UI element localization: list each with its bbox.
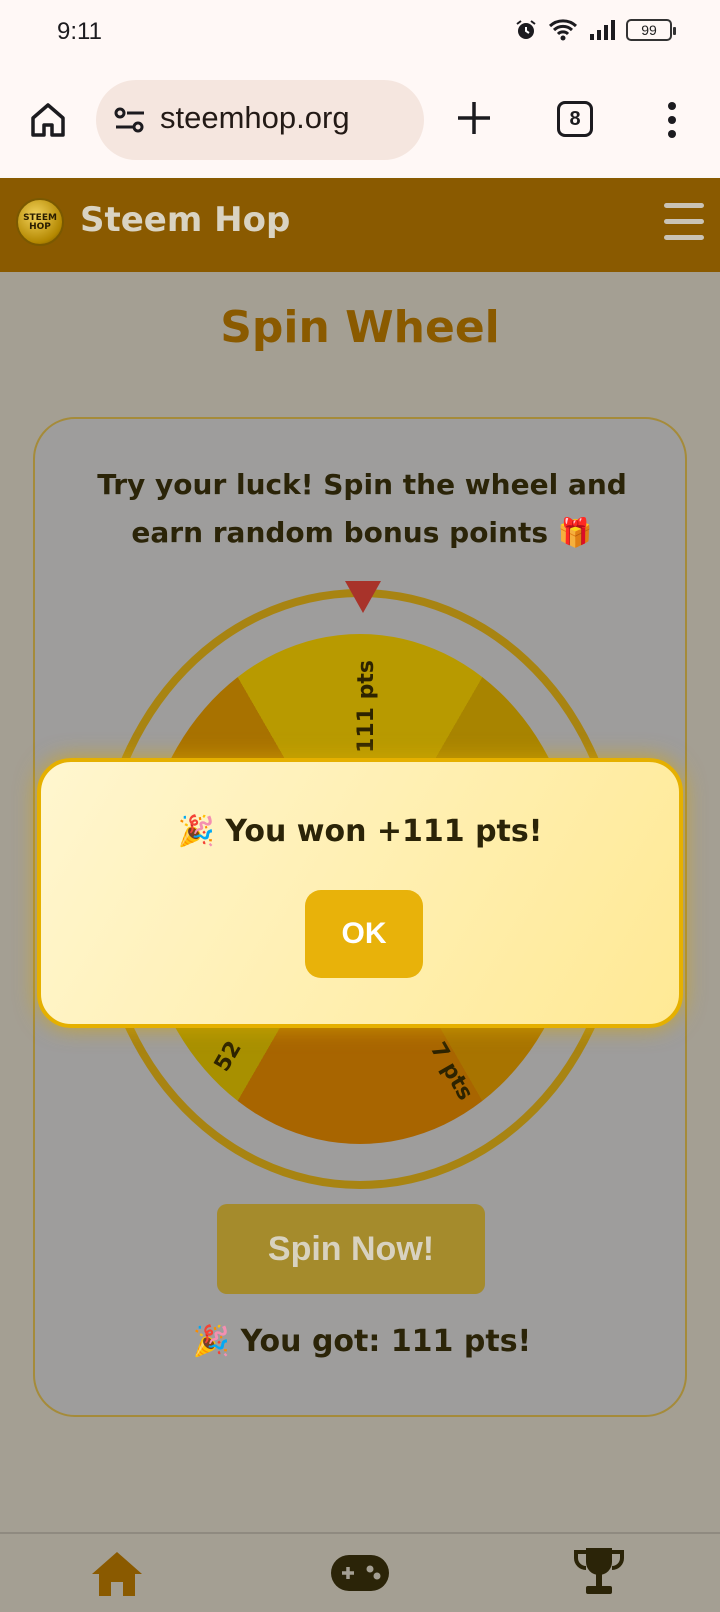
url-text: steemhop.org xyxy=(160,100,350,135)
intro-text: Try your luck! Spin the wheel and earn r… xyxy=(97,468,627,549)
wifi-icon xyxy=(548,19,578,41)
home-icon[interactable] xyxy=(28,100,68,140)
brand-name[interactable]: Steem Hop xyxy=(80,200,290,240)
site-header: STEEM HOP Steem Hop xyxy=(0,178,720,272)
gamepad-icon[interactable] xyxy=(330,1554,390,1592)
battery-icon: 99 xyxy=(626,19,676,41)
bottom-nav xyxy=(0,1532,720,1612)
win-message: 🎉 You won +111 pts! xyxy=(177,814,543,849)
home-icon[interactable] xyxy=(90,1550,144,1598)
tabs-button[interactable]: 8 xyxy=(557,101,593,137)
status-time: 9:11 xyxy=(57,18,102,45)
status-icons: 99 xyxy=(514,18,676,42)
signal-icon xyxy=(590,20,615,40)
win-modal: 🎉 You won +111 pts! OK xyxy=(37,758,683,1028)
spin-now-button[interactable]: Spin Now! xyxy=(217,1204,485,1294)
logo-text: STEEM HOP xyxy=(23,213,57,232)
more-icon[interactable] xyxy=(664,100,680,140)
status-bar: 9:11 99 xyxy=(0,0,720,66)
new-tab-icon[interactable] xyxy=(456,100,492,136)
site-logo[interactable]: STEEM HOP xyxy=(16,198,64,246)
hamburger-menu-icon[interactable] xyxy=(664,203,704,251)
alarm-icon xyxy=(516,20,536,39)
address-bar[interactable]: steemhop.org xyxy=(96,80,424,160)
wheel-label-top: 111 pts xyxy=(353,660,379,753)
wheel-pointer-icon xyxy=(345,581,381,613)
page-title: Spin Wheel xyxy=(220,302,500,353)
ok-button[interactable]: OK xyxy=(305,890,423,978)
trophy-icon[interactable] xyxy=(572,1546,626,1598)
site-settings-icon[interactable] xyxy=(114,106,146,134)
result-text: 🎉 You got: 111 pts! xyxy=(192,1324,532,1359)
browser-toolbar: steemhop.org 8 xyxy=(0,66,720,176)
